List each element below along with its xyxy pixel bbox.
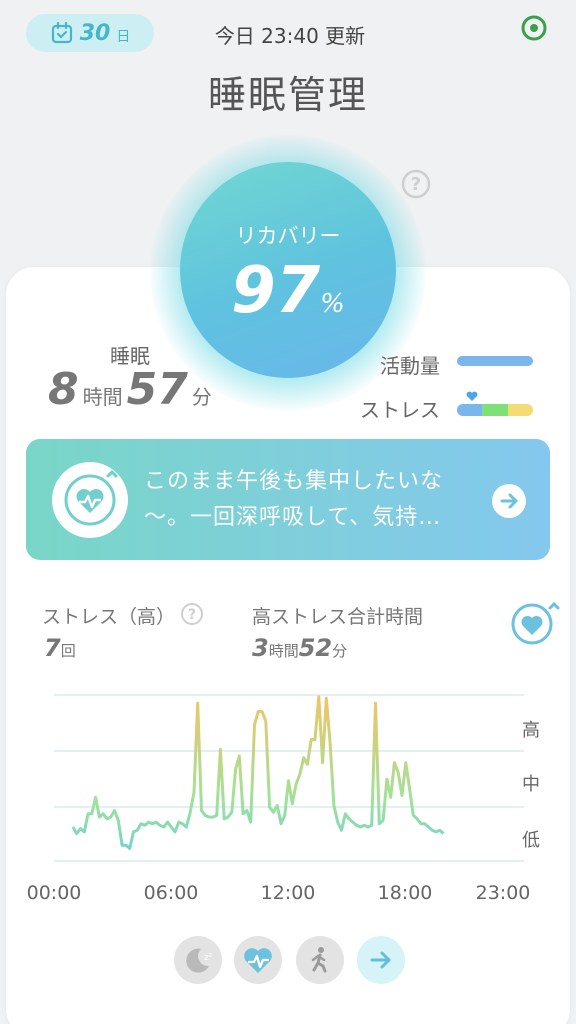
recovery-number: 97 xyxy=(231,254,321,328)
updated-time: 今日 23:40 更新 xyxy=(214,24,366,48)
legend-stress-label: ストレス xyxy=(360,398,440,422)
nav-activity-button[interactable] xyxy=(296,936,344,984)
heart-monitor-icon xyxy=(244,948,272,973)
high-stress-total-label: 高ストレス合計時間 xyxy=(252,606,424,628)
x-tick: 06:00 xyxy=(143,882,199,904)
walk-icon xyxy=(311,947,327,973)
stress-chart xyxy=(54,694,524,862)
total-hours: 3 xyxy=(252,634,269,662)
x-tick: 23:00 xyxy=(475,882,531,904)
recovery-orb[interactable]: リカバリー 97% xyxy=(180,162,396,378)
help-icon[interactable]: ? xyxy=(180,602,204,626)
total-hours-unit: 時間 xyxy=(268,642,299,660)
high-stress-count-number: 7 xyxy=(44,634,61,662)
legend-activity-label: 活動量 xyxy=(380,354,440,378)
target-icon[interactable] xyxy=(520,14,548,42)
arrow-right-icon xyxy=(370,951,391,969)
heart-monitor-icon xyxy=(52,462,128,538)
level-high: 高 xyxy=(522,720,540,741)
recovery-label: リカバリー xyxy=(235,224,341,248)
svg-text:z²: z² xyxy=(204,953,213,963)
x-tick: 18:00 xyxy=(377,882,433,904)
high-stress-count: 7回 xyxy=(44,634,76,662)
level-mid: 中 xyxy=(522,774,540,795)
heart-rate-button[interactable] xyxy=(510,600,560,646)
sleep-moon-icon: z² xyxy=(186,948,213,973)
level-low: 低 xyxy=(522,830,540,851)
svg-text:?: ? xyxy=(188,607,196,623)
page-title: 睡眠管理 xyxy=(207,73,368,117)
advice-text: このまま午後も集中したいな～。一回深呼吸して、気持… xyxy=(144,469,444,530)
sleep-hours-unit: 時間 xyxy=(82,385,123,409)
days-range-pill[interactable]: 30 日 xyxy=(26,14,154,52)
recovery-value: 97% xyxy=(180,254,396,328)
x-tick: 00:00 xyxy=(26,882,82,904)
total-minutes: 52 xyxy=(298,634,333,662)
heart-marker-icon xyxy=(466,391,478,401)
legend-stress-swatch xyxy=(457,404,533,416)
sleep-minutes-unit: 分 xyxy=(191,385,212,409)
help-icon[interactable]: ? xyxy=(400,168,432,200)
sleep-hours: 8 xyxy=(48,364,79,415)
nav-heart-button[interactable] xyxy=(234,936,282,984)
svg-text:?: ? xyxy=(411,174,421,195)
stress-line xyxy=(71,695,445,850)
days-unit: 日 xyxy=(116,29,131,45)
high-stress-label: ストレス（高） xyxy=(42,606,176,628)
sleep-minutes: 57 xyxy=(126,364,188,415)
arrow-right-icon xyxy=(500,493,518,509)
high-stress-count-unit: 回 xyxy=(60,642,76,660)
days-value: 30 xyxy=(79,20,111,46)
total-minutes-unit: 分 xyxy=(332,642,348,660)
calendar-check-icon xyxy=(51,21,72,44)
advice-arrow-button[interactable] xyxy=(492,484,526,518)
nav-next-button[interactable] xyxy=(357,936,405,984)
sleep-duration: 8 時間57 分 xyxy=(48,364,216,415)
x-tick: 12:00 xyxy=(260,882,316,904)
high-stress-total-time: 3時間52分 xyxy=(252,634,347,662)
legend-activity-swatch xyxy=(457,356,533,366)
heart-refresh-icon xyxy=(64,469,118,526)
chart-grid xyxy=(54,694,524,862)
nav-sleep-button[interactable]: z² xyxy=(174,936,222,984)
recovery-unit: % xyxy=(320,289,345,319)
